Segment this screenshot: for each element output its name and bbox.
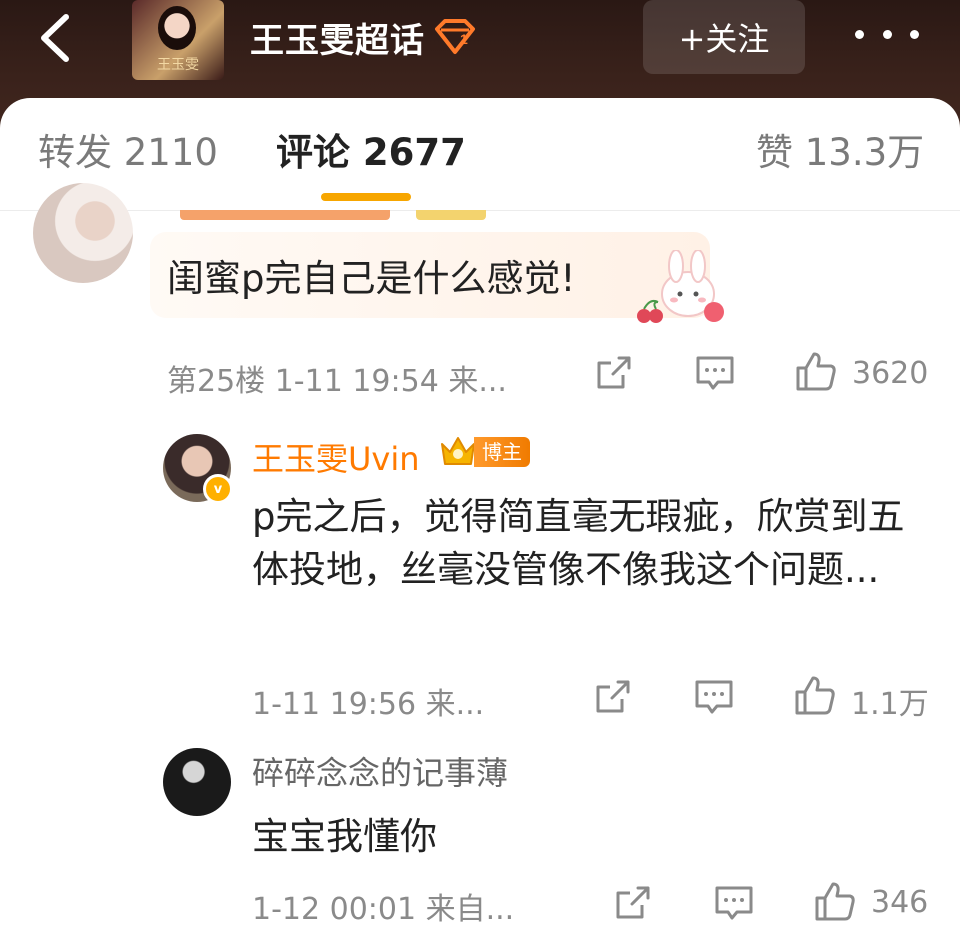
blogger-label: 博主: [474, 437, 530, 467]
thumbs-up-icon[interactable]: [794, 674, 836, 716]
comment-text: p完之后，觉得简直毫无瑕疵，欣赏到五体投地，丝毫没管像不像我这个问题...: [252, 495, 905, 591]
avatar[interactable]: [163, 748, 231, 816]
thumbs-up-icon[interactable]: [795, 350, 837, 392]
more-options-button[interactable]: [855, 14, 919, 54]
like-count: 1.1万: [851, 687, 929, 722]
level-diamond-icon: 1: [435, 19, 475, 54]
avatar[interactable]: v: [163, 434, 233, 504]
cover-text: 王玉雯: [157, 57, 199, 73]
tab-comments[interactable]: 评论 2677: [276, 128, 466, 178]
back-button[interactable]: [30, 8, 80, 68]
dot-icon: [855, 29, 864, 39]
comment-icon[interactable]: [695, 355, 735, 391]
clipped-username-row: [180, 210, 680, 224]
comment-meta: 1-11 19:56 来...: [252, 687, 485, 722]
comment-meta: 1-12 00:01 来自...: [252, 892, 515, 927]
username[interactable]: 王玉雯Uvin: [252, 434, 420, 480]
cover-portrait: [158, 6, 196, 50]
share-icon[interactable]: [595, 355, 633, 391]
username[interactable]: 碎碎念念的记事薄: [252, 748, 508, 794]
topic-title: 王玉雯超话 1: [250, 12, 477, 62]
dot-icon: [882, 29, 892, 39]
like-count: 3620: [852, 356, 929, 391]
dot-icon: [910, 29, 919, 39]
tab-likes[interactable]: 赞 13.3万: [756, 128, 924, 178]
like-count: 346: [871, 885, 929, 920]
topic-cover-image[interactable]: 王玉雯: [132, 0, 224, 80]
follow-button[interactable]: +关注: [643, 0, 805, 74]
active-tab-indicator: [321, 193, 411, 201]
avatar[interactable]: [33, 183, 133, 283]
share-icon[interactable]: [614, 885, 652, 921]
comment-meta: 第25楼 1-11 19:54 来...: [167, 364, 507, 399]
comment-icon[interactable]: [694, 679, 734, 715]
verified-badge-icon: v: [203, 474, 233, 504]
comment-icon[interactable]: [714, 885, 754, 921]
bunny-sticker-icon: [637, 250, 724, 323]
comment-text: 闺蜜p完自己是什么感觉!: [167, 257, 576, 300]
comment-text: 宝宝我懂你: [252, 815, 437, 858]
svg-text:1: 1: [460, 31, 469, 47]
crown-icon: [441, 437, 475, 465]
tab-reposts[interactable]: 转发 2110: [38, 128, 218, 178]
chevron-left-icon: [41, 14, 69, 62]
topic-title-text: 王玉雯超话: [250, 20, 425, 61]
thumbs-up-icon[interactable]: [814, 880, 856, 922]
blogger-badge: 博主: [438, 434, 530, 470]
tab-bar: 转发 2110 评论 2677 赞 13.3万: [0, 98, 960, 211]
share-icon[interactable]: [594, 679, 632, 715]
